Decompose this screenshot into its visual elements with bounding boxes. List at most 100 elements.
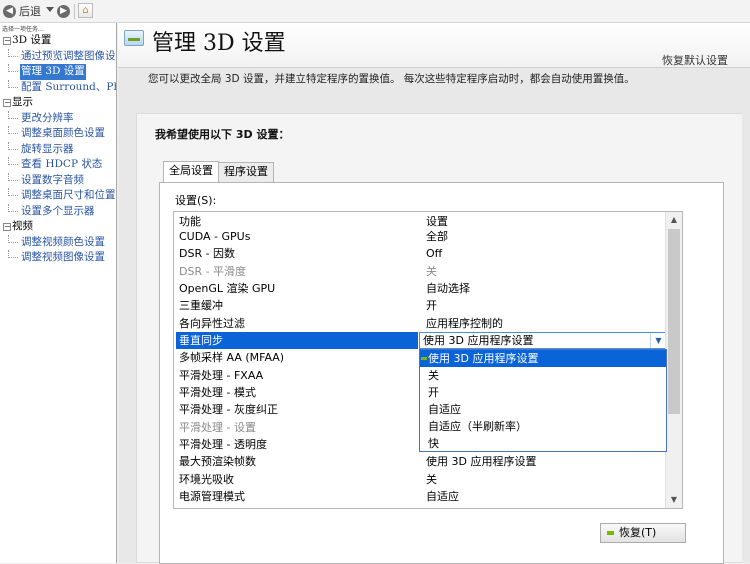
back-label: 后退	[19, 5, 41, 18]
setting-row[interactable]: DSR - 因数 Off	[174, 245, 666, 262]
tab-content: 设置(S): 功能 设置 CUDA - GPUs 全部 DSR - 因数 Off DSR…	[159, 182, 724, 564]
tree-item[interactable]: 旋转显示器	[0, 141, 116, 158]
tree-item[interactable]: 管理 3D 设置	[0, 64, 116, 80]
setting-feature: 多帧采样 AA (MFAA)	[179, 351, 285, 365]
vsync-combo[interactable]: 使用 3D 应用程序设置 ▼	[419, 332, 667, 350]
tree-item-label[interactable]: 配置 Surround、PhysX	[20, 80, 116, 96]
tree-item-label[interactable]: 查看 HDCP 状态	[20, 157, 103, 173]
collapse-icon[interactable]: −	[3, 223, 11, 231]
tree-category[interactable]: − 视频	[0, 219, 116, 235]
tree-connector	[8, 141, 18, 150]
tree-item-label[interactable]: 调整桌面颜色设置	[20, 126, 106, 142]
tree-connector	[8, 79, 18, 88]
tab-program-settings[interactable]: 程序设置	[218, 162, 274, 182]
restore-defaults-link[interactable]: 恢复默认设置	[662, 52, 728, 68]
tree-item[interactable]: 调整视频图像设置	[0, 250, 116, 266]
setting-row[interactable]: 各向异性过滤 应用程序控制的	[174, 315, 666, 332]
page-description: 您可以更改全局 3D 设置，并建立特定程序的置换值。 每次这些特定程序启动时，都…	[148, 73, 635, 85]
restore-button[interactable]: 恢复(T)	[600, 523, 686, 543]
setting-value: 关	[426, 264, 437, 278]
settings-grid[interactable]: 功能 设置 CUDA - GPUs 全部 DSR - 因数 Off DSR - 平滑度关…	[173, 211, 683, 509]
dropdown-option-label: 自适应	[428, 403, 461, 417]
dropdown-option[interactable]: 自适应	[420, 401, 666, 418]
tree-connector	[8, 188, 18, 196]
tab-global-settings[interactable]: 全局设置	[163, 161, 219, 182]
history-dropdown-icon[interactable]	[46, 7, 54, 12]
tree-category-label: 显示	[12, 96, 33, 108]
dropdown-option[interactable]: 自适应（半刷新率）	[420, 418, 666, 435]
tree-item[interactable]: 调整桌面颜色设置	[0, 126, 116, 142]
setting-feature: 最大预渲染帧数	[179, 455, 256, 469]
settings-label: 设置(S):	[175, 194, 217, 207]
tree-connector	[8, 126, 18, 134]
tree-item[interactable]: 调整桌面尺寸和位置	[0, 188, 116, 204]
home-icon[interactable]: ⌂	[78, 3, 93, 18]
setting-value: 应用程序控制的	[426, 316, 503, 330]
tree-item[interactable]: 查看 HDCP 状态	[0, 157, 116, 173]
tree-item[interactable]: 设置数字音频	[0, 172, 116, 189]
setting-feature: 平滑处理 - 透明度	[179, 438, 267, 452]
dropdown-option-label: 自适应（半刷新率）	[428, 420, 527, 434]
setting-feature: 平滑处理 - 设置	[179, 420, 256, 434]
dropdown-option[interactable]: 开	[420, 384, 666, 401]
collapse-icon[interactable]: −	[3, 99, 11, 107]
task-sidebar: 选择一项任务... −3D 设置 通过预览调整图像设置 管理 3D 设置 配置 Sur…	[0, 23, 117, 563]
tree-item-label[interactable]: 调整桌面尺寸和位置	[20, 188, 116, 204]
tree-item[interactable]: 调整视频颜色设置	[0, 234, 116, 251]
combo-value: 使用 3D 应用程序设置	[423, 334, 534, 348]
dropdown-option[interactable]: 快	[420, 435, 666, 452]
dropdown-option-label: 快	[428, 437, 439, 451]
dropdown-option[interactable]: 关	[420, 367, 666, 384]
back-button[interactable]: ◀ 后退	[3, 3, 41, 19]
task-caption: 选择一项任务...	[2, 26, 44, 33]
scroll-down-icon[interactable]: ▼	[666, 492, 682, 508]
setting-row[interactable]: 最大预渲染帧数 使用 3D 应用程序设置	[174, 453, 666, 470]
collapse-icon[interactable]: −	[3, 37, 11, 45]
tree-item[interactable]: 设置多个显示器	[0, 203, 116, 220]
setting-row[interactable]: OpenGL 渲染 GPU 自动选择	[174, 280, 666, 297]
setting-row[interactable]: 环境光吸收 关	[174, 471, 666, 488]
tree-category[interactable]: −3D 设置	[0, 33, 116, 49]
setting-row[interactable]: 三重缓冲 开	[174, 297, 666, 314]
setting-value: 使用 3D 应用程序设置	[426, 455, 537, 469]
toolbar: ◀ 后退 ▶ ⌂	[0, 0, 750, 23]
setting-value: Off	[426, 247, 443, 261]
tree-item[interactable]: 配置 Surround、PhysX	[0, 79, 116, 96]
scroll-thumb[interactable]	[668, 229, 680, 414]
tree-item-label[interactable]: 通过预览调整图像设置	[20, 49, 116, 65]
tree-item-label[interactable]: 更改分辨率	[20, 111, 75, 127]
tree-item-label[interactable]: 调整视频颜色设置	[20, 235, 106, 251]
tree-item[interactable]: 更改分辨率	[0, 110, 116, 127]
setting-row[interactable]: 电源管理模式 自适应	[174, 488, 666, 505]
setting-value: 开	[426, 299, 437, 313]
tree-item-label[interactable]: 调整视频图像设置	[20, 250, 106, 266]
tree-connector	[8, 110, 18, 119]
tree-category[interactable]: − 显示	[0, 95, 116, 111]
tree-item-label[interactable]: 设置多个显示器	[20, 204, 96, 220]
tree-item-label[interactable]: 管理 3D 设置	[20, 64, 86, 80]
setting-row[interactable]: CUDA - GPUs 全部	[174, 228, 666, 245]
tree-item-label[interactable]: 设置数字音频	[20, 173, 85, 189]
setting-feature: 平滑处理 - 灰度纠正	[179, 403, 278, 417]
page-header: 管理 3D 设置 恢复默认设置	[118, 23, 750, 68]
setting-row[interactable]: DSR - 平滑度 关	[174, 263, 666, 280]
tree-item-label[interactable]: 旋转显示器	[20, 142, 75, 158]
grid-scrollbar[interactable]: ▲ ▼	[665, 212, 682, 508]
tree-item[interactable]: 通过预览调整图像设置	[0, 48, 116, 65]
tree-connector	[8, 250, 18, 258]
setting-feature: CUDA - GPUs	[179, 230, 251, 243]
dropdown-option-label: 关	[428, 369, 439, 383]
chevron-down-icon[interactable]: ▼	[650, 333, 666, 349]
scroll-up-icon[interactable]: ▲	[666, 212, 682, 228]
dropdown-option-label: 使用 3D 应用程序设置	[428, 352, 539, 366]
dropdown-option[interactable]: 使用 3D 应用程序设置	[420, 350, 666, 368]
toolbar-divider	[74, 4, 75, 19]
setting-value: 自适应	[426, 490, 459, 504]
nvidia-mark-icon	[421, 357, 427, 361]
tree-connector	[8, 172, 18, 181]
forward-button[interactable]: ▶	[57, 3, 70, 19]
page-scrollbar[interactable]	[742, 90, 750, 563]
settings-panel: 我希望使用以下 3D 设置： 全局设置 程序设置 设置(S): 功能 设置 CU…	[136, 113, 746, 564]
back-arrow-icon: ◀	[3, 4, 16, 18]
tree-category-label: 视频	[12, 220, 33, 232]
